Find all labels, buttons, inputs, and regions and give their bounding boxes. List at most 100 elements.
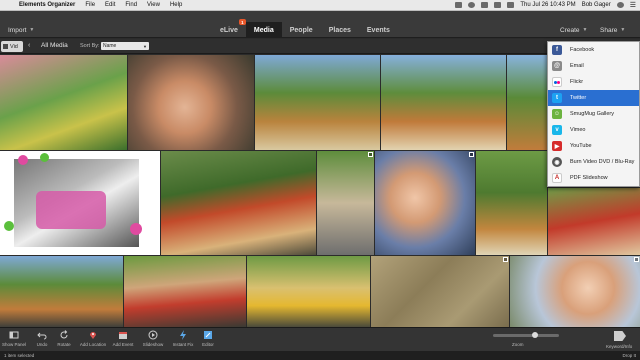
mac-menubar: Elements Organizer File Edit Find View H… — [0, 0, 640, 11]
rotate-button[interactable]: Rotate — [50, 330, 78, 347]
tab-media-label: Media — [253, 26, 274, 34]
chevron-down-icon: ▼ — [620, 27, 626, 33]
media-thumbnail[interactable] — [247, 256, 370, 327]
tab-events[interactable]: Events — [359, 22, 398, 38]
instant-fix-button[interactable]: Instant Fix — [169, 330, 197, 347]
status-bar: 1 item selected Drop It — [0, 351, 640, 360]
media-thumbnail[interactable] — [0, 256, 123, 327]
share-facebook[interactable]: f Facebook — [548, 42, 639, 58]
dropbox-icon[interactable] — [455, 2, 463, 8]
tab-elive-label: eLive — [220, 26, 238, 34]
tab-vid[interactable]: Vid — [1, 41, 23, 52]
menu-file[interactable]: File — [80, 2, 100, 8]
tab-people[interactable]: People — [282, 22, 321, 38]
tab-media[interactable]: Media — [245, 22, 282, 38]
share-twitter[interactable]: t Twitter — [548, 90, 639, 106]
share-item-label: Flickr — [570, 79, 584, 85]
tab-places[interactable]: Places — [321, 22, 359, 38]
media-thumbnail[interactable] — [128, 55, 254, 150]
media-thumbnail[interactable] — [371, 256, 509, 327]
share-item-label: Twitter — [570, 95, 587, 101]
editor-icon — [204, 331, 212, 339]
menu-view[interactable]: View — [142, 2, 165, 8]
menubar-user[interactable]: Bob Gager — [582, 2, 611, 8]
chevron-down-icon: ▼ — [29, 27, 35, 33]
notification-center-icon[interactable]: ☰ — [630, 1, 636, 9]
menubar-status-area: Thu Jul 26 10:43 PM Bob Gager ☰ — [455, 1, 640, 9]
menu-edit[interactable]: Edit — [100, 2, 120, 8]
keyword-tag-icon[interactable] — [614, 331, 626, 341]
action-label: Slideshow — [142, 342, 164, 347]
share-youtube[interactable]: ▶ YouTube — [548, 138, 639, 154]
sort-by-label: Sort By: — [80, 43, 100, 49]
media-thumbnail-selected[interactable] — [0, 151, 160, 255]
spotlight-icon[interactable] — [616, 2, 624, 8]
menu-help[interactable]: Help — [165, 2, 187, 8]
sub-toolbar: Vid ‹ All Media Sort By: Name ▼ — [0, 39, 640, 54]
drop-it-toggle[interactable]: Drop It — [622, 353, 636, 358]
film-icon — [3, 44, 8, 49]
add-location-button[interactable]: Add Location — [79, 330, 107, 347]
sort-value: Name — [103, 43, 117, 49]
sort-select[interactable]: Name ▼ — [101, 42, 149, 50]
share-burn-dvd[interactable]: ◉ Burn Video DVD / Blu-Ray — [548, 154, 639, 170]
app-topbar: Import ▼ eLive 1 Media People Places Eve… — [0, 19, 640, 38]
undo-icon — [37, 332, 47, 340]
tab-places-label: Places — [328, 26, 351, 34]
all-media-label[interactable]: All Media — [41, 42, 68, 49]
video-badge-icon — [634, 257, 639, 262]
share-item-label: SmugMug Gallery — [570, 111, 615, 117]
editor-button[interactable]: Editor — [194, 330, 222, 347]
volume-icon[interactable] — [494, 2, 502, 8]
share-smugmug[interactable]: ☺ SmugMug Gallery — [548, 106, 639, 122]
media-thumbnail[interactable] — [510, 256, 640, 327]
share-email[interactable]: @ Email — [548, 58, 639, 74]
keyword-info-label[interactable]: Keyword/Info — [606, 344, 632, 349]
menubar-clock[interactable]: Thu Jul 26 10:43 PM — [520, 2, 575, 8]
zoom-slider[interactable] — [493, 332, 559, 338]
selection-status: 1 item selected — [4, 353, 35, 358]
media-thumbnail[interactable] — [255, 55, 380, 150]
video-badge-icon — [368, 152, 373, 157]
media-thumbnail[interactable] — [476, 151, 547, 255]
window-title-strip — [0, 11, 640, 22]
share-vimeo[interactable]: v Vimeo — [548, 122, 639, 138]
media-thumbnail[interactable] — [375, 151, 475, 255]
back-arrow-icon[interactable]: ‹ — [28, 42, 30, 49]
zoom-slider-knob[interactable] — [532, 332, 538, 338]
slideshow-button[interactable]: Slideshow — [139, 330, 167, 347]
add-event-button[interactable]: Add Event — [109, 330, 137, 347]
media-thumbnail[interactable] — [161, 151, 316, 255]
media-thumbnail[interactable] — [381, 55, 506, 150]
action-label: Add Event — [112, 342, 134, 347]
battery-icon[interactable] — [507, 2, 515, 8]
share-button[interactable]: Share ▼ — [600, 25, 625, 35]
frame-car-graphic — [36, 191, 106, 229]
media-thumbnail[interactable] — [507, 55, 547, 150]
email-icon: @ — [552, 61, 562, 71]
tab-elive[interactable]: eLive 1 — [212, 19, 246, 38]
menu-app-name[interactable]: Elements Organizer — [14, 2, 80, 8]
action-label: Undo — [36, 342, 48, 347]
play-icon — [148, 330, 158, 340]
show-panel-button[interactable]: Show Panel — [0, 330, 28, 347]
tab-events-label: Events — [366, 26, 390, 34]
chevron-down-icon: ▼ — [582, 27, 588, 33]
share-item-label: Facebook — [570, 47, 595, 53]
share-pdf-slideshow[interactable]: A PDF Slideshow — [548, 170, 639, 186]
flower-decoration-icon — [18, 155, 28, 165]
import-button[interactable]: Import ▼ — [8, 25, 34, 35]
media-thumbnail[interactable] — [0, 55, 127, 150]
create-button[interactable]: Create ▼ — [560, 25, 587, 35]
menu-find[interactable]: Find — [120, 2, 142, 8]
flickr-icon — [552, 77, 562, 87]
share-flickr[interactable]: Flickr — [548, 74, 639, 90]
sync-icon[interactable] — [468, 2, 476, 8]
media-thumbnail[interactable] — [317, 151, 374, 255]
wifi-icon[interactable] — [481, 2, 489, 8]
share-item-label: PDF Slideshow — [570, 175, 608, 181]
share-item-label: YouTube — [570, 143, 592, 149]
media-thumbnail[interactable] — [124, 256, 246, 327]
media-thumbnail[interactable] — [548, 188, 640, 255]
share-label: Share — [600, 26, 618, 34]
